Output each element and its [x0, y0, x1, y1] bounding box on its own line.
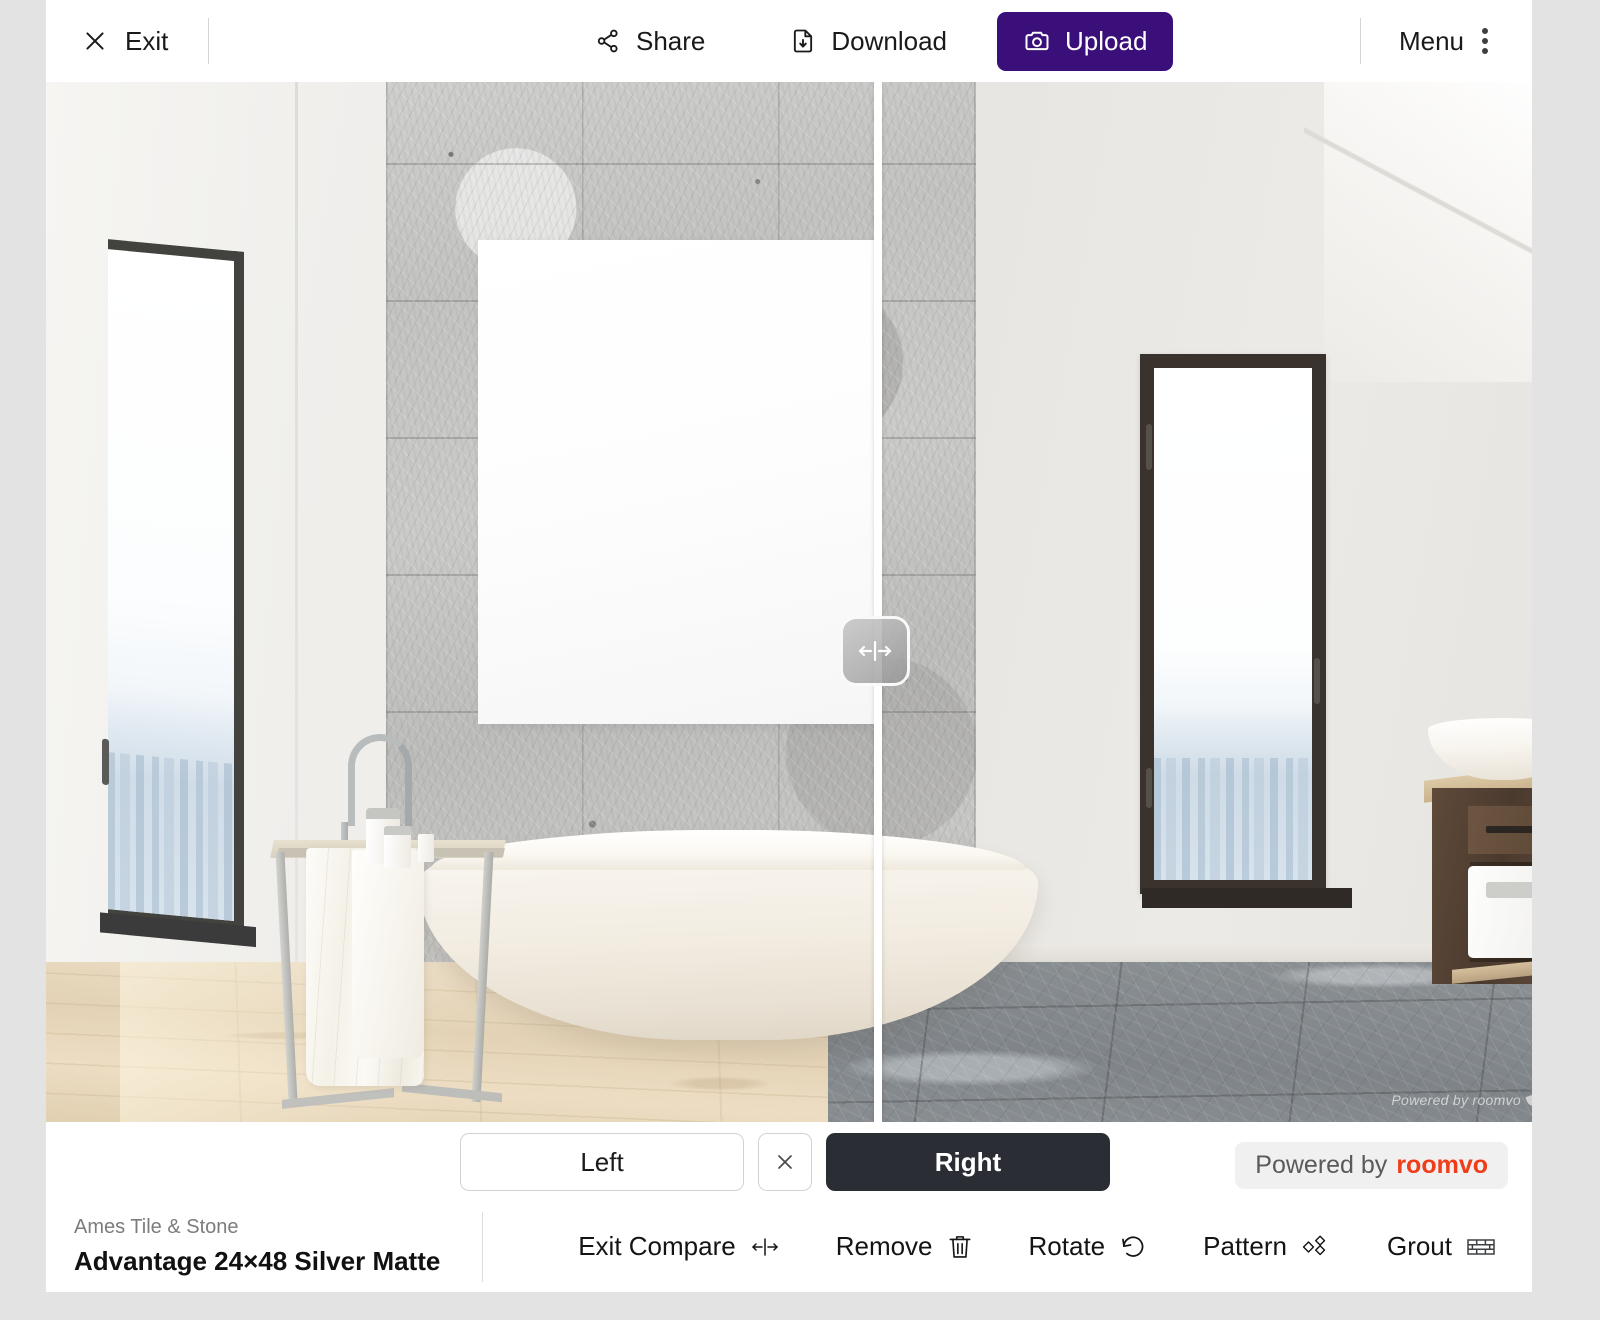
download-button[interactable]: Download	[775, 18, 961, 65]
window-handle-icon	[1314, 658, 1320, 704]
left-right-arrows-icon	[855, 638, 895, 664]
compare-divider-handle[interactable]	[840, 616, 910, 686]
window-sill	[1142, 888, 1352, 908]
diamond-pattern-icon	[1301, 1234, 1331, 1260]
share-button[interactable]: Share	[580, 18, 719, 65]
product-brand: Ames Tile & Stone	[74, 1216, 239, 1238]
menu-label: Menu	[1398, 25, 1464, 56]
action-buttons-group: Exit Compare Remove Rotate Pattern Grout	[483, 1231, 1532, 1262]
window-right	[1140, 354, 1352, 908]
pattern-button[interactable]: Pattern	[1203, 1231, 1331, 1262]
compare-right-button[interactable]: Right	[826, 1133, 1110, 1191]
powered-by-prefix: Powered by	[1255, 1151, 1388, 1179]
exit-compare-label: Exit Compare	[578, 1231, 736, 1261]
exit-button[interactable]: Exit	[74, 20, 176, 63]
bottom-action-bar: Ames Tile & Stone Advantage 24×48 Silver…	[46, 1200, 1532, 1292]
toolbar-left-group: Exit	[46, 18, 210, 64]
ceiling-edge-line	[1304, 82, 1532, 332]
three-dots-vertical-icon	[1482, 28, 1488, 54]
storage-basket	[1468, 866, 1532, 958]
upload-label: Upload	[1065, 25, 1148, 56]
upload-button[interactable]: Upload	[997, 11, 1174, 71]
bath-bottle	[418, 834, 434, 862]
compare-left-label: Left	[580, 1146, 624, 1177]
window-handle-icon	[1146, 768, 1152, 808]
toolbar-divider-left	[208, 18, 210, 64]
roomvo-leaf-icon	[1525, 1092, 1532, 1108]
menu-button[interactable]: Menu	[1395, 20, 1492, 63]
exit-label: Exit	[125, 25, 169, 56]
roomvo-watermark-text: Powered by roomvo	[1391, 1092, 1521, 1108]
powered-by-badge: Powered by roomvo	[1235, 1142, 1508, 1189]
grout-label: Grout	[1386, 1231, 1452, 1261]
jar-cap	[366, 808, 400, 819]
toolbar-divider-right	[1359, 18, 1361, 64]
rotate-label: Rotate	[1028, 1231, 1106, 1261]
compare-arrows-icon	[750, 1236, 780, 1258]
vanity-drawer-pull	[1486, 826, 1532, 833]
brick-grid-icon	[1466, 1235, 1496, 1259]
compare-divider-line[interactable]	[874, 82, 882, 1122]
pattern-label: Pattern	[1203, 1231, 1287, 1261]
wall-panel-mirror	[478, 240, 874, 724]
wall-corner-edge	[295, 82, 298, 962]
exit-compare-button[interactable]: Exit Compare	[578, 1231, 780, 1262]
close-x-icon	[773, 1150, 797, 1174]
bath-jar	[384, 826, 411, 868]
roomvo-brand: roomvo	[1396, 1151, 1488, 1179]
compare-right-label: Right	[934, 1146, 1002, 1177]
download-label: Download	[831, 25, 948, 56]
trash-icon	[947, 1233, 973, 1261]
toolbar-center-group: Share Download Upload	[580, 0, 1174, 82]
product-info[interactable]: Ames Tile & Stone Advantage 24×48 Silver…	[46, 1216, 466, 1277]
compare-close-button[interactable]	[758, 1133, 812, 1191]
remove-button[interactable]: Remove	[836, 1231, 973, 1262]
jar-cap	[384, 826, 411, 835]
share-label: Share	[636, 25, 706, 56]
product-name: Advantage 24×48 Silver Matte	[74, 1246, 441, 1276]
camera-icon	[1023, 27, 1051, 55]
window-handle-icon	[1146, 424, 1152, 470]
compare-left-button[interactable]: Left	[460, 1133, 744, 1191]
compare-toggle-group: Left Right	[460, 1133, 1110, 1191]
visualizer-app: Exit Share Download Upload Menu Powered …	[46, 0, 1532, 1292]
close-x-icon	[82, 28, 108, 54]
city-skyline-view	[108, 684, 234, 922]
rotate-button[interactable]: Rotate	[1029, 1231, 1148, 1262]
city-skyline-view	[1154, 705, 1312, 881]
window-left-near	[100, 239, 256, 948]
file-download-icon	[789, 27, 817, 55]
roomvo-watermark: Powered by roomvo	[1391, 1092, 1532, 1108]
towel-secondary	[352, 850, 424, 1058]
remove-label: Remove	[835, 1231, 933, 1261]
grout-button[interactable]: Grout	[1387, 1231, 1496, 1262]
window-handle-icon	[102, 738, 109, 786]
top-toolbar: Exit Share Download Upload Menu	[46, 0, 1532, 82]
scene-inner: Powered by roomvo	[46, 82, 1532, 1122]
share-nodes-icon	[594, 27, 622, 55]
room-visualizer-canvas[interactable]: Powered by roomvo	[46, 82, 1532, 1122]
toolbar-right-group: Menu	[1359, 0, 1532, 82]
compare-toggle-bar: Left Right Powered by roomvo	[46, 1122, 1532, 1200]
rotate-ccw-icon	[1119, 1233, 1147, 1261]
